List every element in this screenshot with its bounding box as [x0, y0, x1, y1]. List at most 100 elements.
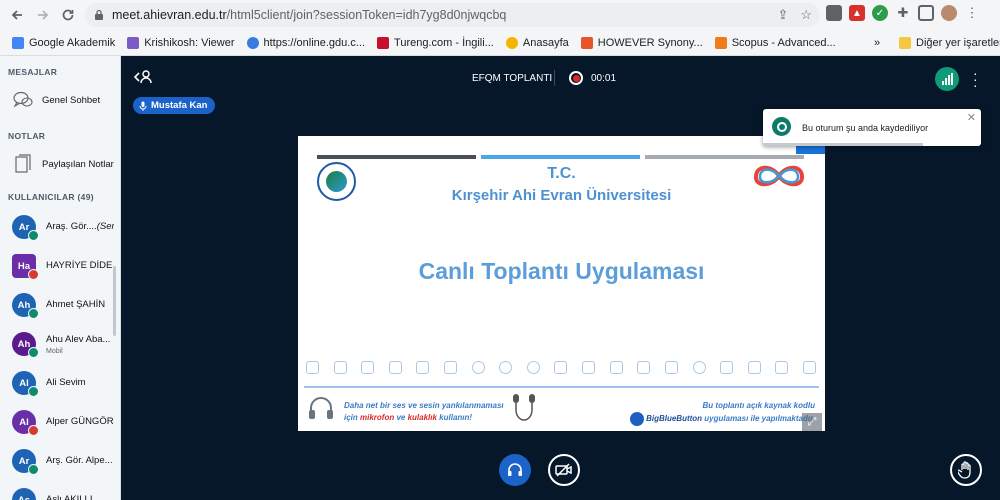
bookmark-favicon-icon	[12, 36, 24, 49]
slide-university: Kırşehir Ahi Evran Üniversitesi	[451, 187, 672, 204]
extension-grid-icon[interactable]	[826, 5, 842, 21]
meeting-area: EFQM TOPLANTI 00:01 Mustafa Kan · · · T.C.…	[121, 56, 1000, 500]
bookmark-item[interactable]: Scopus - Advanced...	[709, 36, 842, 49]
user-name: Aslı AKILLI	[46, 494, 114, 500]
extension-shield-icon[interactable]: ✓	[872, 5, 888, 21]
slide-icon-row	[306, 361, 816, 374]
extensions-puzzle-icon[interactable]: ✚	[895, 5, 911, 21]
side-panel-icon[interactable]	[918, 5, 934, 21]
back-arrow-icon[interactable]	[4, 2, 30, 28]
listen-only-icon	[28, 308, 39, 319]
options-menu-icon[interactable]: · · ·	[973, 66, 978, 92]
slide-decor-icon	[802, 361, 816, 374]
bookmark-item[interactable]: Krishikosh: Viewer	[121, 36, 240, 49]
user-list-item[interactable]: Ah Ahu Alev Aba... Mobil	[0, 325, 118, 363]
fullscreen-icon[interactable]: ⤢	[802, 413, 822, 431]
avatar: As	[12, 488, 36, 500]
user-name-text: Arş. Gör. Alpe...	[46, 455, 113, 466]
reload-icon[interactable]	[55, 2, 81, 28]
bookmark-item[interactable]: Tureng.com - İngili...	[371, 36, 500, 49]
tip-line-1: Daha net bir ses ve sesin yankılanmaması	[344, 401, 504, 410]
user-list-item[interactable]: Ha HAYRİYE DİDE...	[0, 247, 118, 285]
slide-credit-text: Bu toplantı açık kaynak kodlu BigBlueBut…	[630, 400, 815, 426]
slide-decor-icon	[333, 361, 347, 374]
muted-mic-icon	[28, 425, 39, 436]
meeting-title: EFQM TOPLANTI	[472, 73, 553, 84]
slide-headline: Canlı Toplantı Uygulaması	[418, 258, 705, 284]
slide-stripe	[317, 155, 476, 159]
bookmark-star-icon[interactable]: ☆	[800, 7, 812, 23]
credit-line-1: Bu toplantı açık kaynak kodlu	[702, 401, 815, 410]
user-name-text: Araş. Gör....	[46, 221, 97, 232]
user-name-text: Alper GÜNGÖR	[46, 416, 114, 427]
share-icon[interactable]: ⇪	[777, 7, 788, 23]
notes-icon	[12, 153, 34, 175]
lock-icon	[95, 9, 103, 20]
talking-indicator[interactable]: Mustafa Kan	[133, 97, 216, 114]
slide-decor-icon	[306, 361, 319, 374]
slide-divider-arrow	[304, 386, 819, 388]
bookmark-item[interactable]: https://online.gdu.c...	[241, 36, 372, 49]
user-name-text: Ali Sevim	[46, 377, 86, 388]
connection-status-icon[interactable]	[935, 67, 959, 91]
slide-decor-icon	[388, 361, 402, 374]
profile-avatar-icon[interactable]	[941, 5, 957, 21]
user-name-text: HAYRİYE DİDE...	[46, 260, 114, 271]
toggle-userlist-icon[interactable]	[133, 69, 153, 88]
user-list-item[interactable]: Ar Arş. Gör. Alpe...	[0, 442, 118, 480]
bookmark-item[interactable]: HOWEVER Synony...	[575, 36, 709, 49]
bookmark-item[interactable]: Anasayfa	[500, 36, 575, 49]
talker-name: Mustafa Kan	[151, 100, 208, 111]
bookmark-favicon-icon	[580, 36, 593, 49]
extension-red-icon[interactable]: ▲	[849, 5, 865, 21]
user-name: Arş. Gör. Alpe...	[46, 455, 114, 466]
bookmark-item[interactable]: Google Akademik	[6, 36, 121, 49]
browser-menu-icon[interactable]: ⋮	[964, 5, 980, 21]
user-list-item[interactable]: Al Ali Sevim	[0, 364, 118, 402]
user-list-item[interactable]: As Aslı AKILLI	[0, 481, 118, 500]
listen-only-icon	[28, 230, 39, 241]
microphone-icon	[139, 101, 147, 111]
other-bookmarks[interactable]: Diğer yer işaretleri	[893, 36, 1000, 49]
notes-section-title: NOTLAR	[8, 131, 46, 141]
slide-decor-icon	[747, 361, 761, 374]
user-list-item[interactable]: Ah Ahmet ŞAHİN	[0, 286, 118, 324]
public-chat-item[interactable]: Genel Sohbet	[0, 89, 100, 111]
listen-only-icon	[28, 464, 39, 475]
bookmarks-bar: Google Akademik Krishikosh: Viewer https…	[0, 30, 1000, 56]
user-list-item[interactable]: Al Alper GÜNGÖR	[0, 403, 118, 441]
shared-notes-item[interactable]: Paylaşılan Notlar	[0, 153, 114, 175]
camera-off-icon	[555, 463, 572, 477]
user-name: Alper GÜNGÖR	[46, 416, 114, 427]
slide-decor-icon	[444, 361, 458, 374]
hand-icon	[958, 461, 971, 479]
user-list-item[interactable]: ArAraş. Gör....(Sen)	[0, 208, 118, 246]
bookmarks-overflow[interactable]: »	[868, 37, 886, 49]
recording-status-icon	[772, 117, 791, 136]
sidebar-scrollbar[interactable]	[113, 266, 116, 336]
user-name: Ali Sevim	[46, 377, 114, 388]
tip-suffix: kullanın!	[436, 413, 473, 422]
audio-headphones-button[interactable]	[499, 454, 531, 486]
slide-tc: T.C.	[547, 165, 576, 182]
user-name: Araş. Gör....(Sen)	[46, 221, 114, 232]
user-name-text: Ahu Alev Aba...	[46, 334, 111, 345]
raise-hand-button[interactable]	[950, 454, 982, 486]
forward-arrow-icon[interactable]	[30, 2, 56, 28]
slide-decor-icon	[720, 361, 734, 374]
slide-decor-icon	[664, 361, 678, 374]
listen-only-icon	[28, 347, 39, 358]
slide-decor-icon	[637, 361, 651, 374]
record-icon[interactable]	[569, 71, 583, 85]
close-icon[interactable]: ✕	[967, 111, 976, 124]
slide-decor-icon	[526, 361, 540, 374]
listen-only-icon	[28, 386, 39, 397]
slide-stripe	[645, 155, 804, 159]
slide-decor-icon	[361, 361, 375, 374]
address-bar[interactable]: meet.ahievran.edu.tr/html5client/join?se…	[85, 3, 820, 27]
slide-decor-icon	[416, 361, 430, 374]
bookmark-favicon-icon	[127, 36, 140, 49]
tip-mic: mikrofon	[360, 413, 395, 422]
browser-toolbar: meet.ahievran.edu.tr/html5client/join?se…	[0, 0, 1000, 30]
camera-toggle-button[interactable]	[548, 454, 580, 486]
